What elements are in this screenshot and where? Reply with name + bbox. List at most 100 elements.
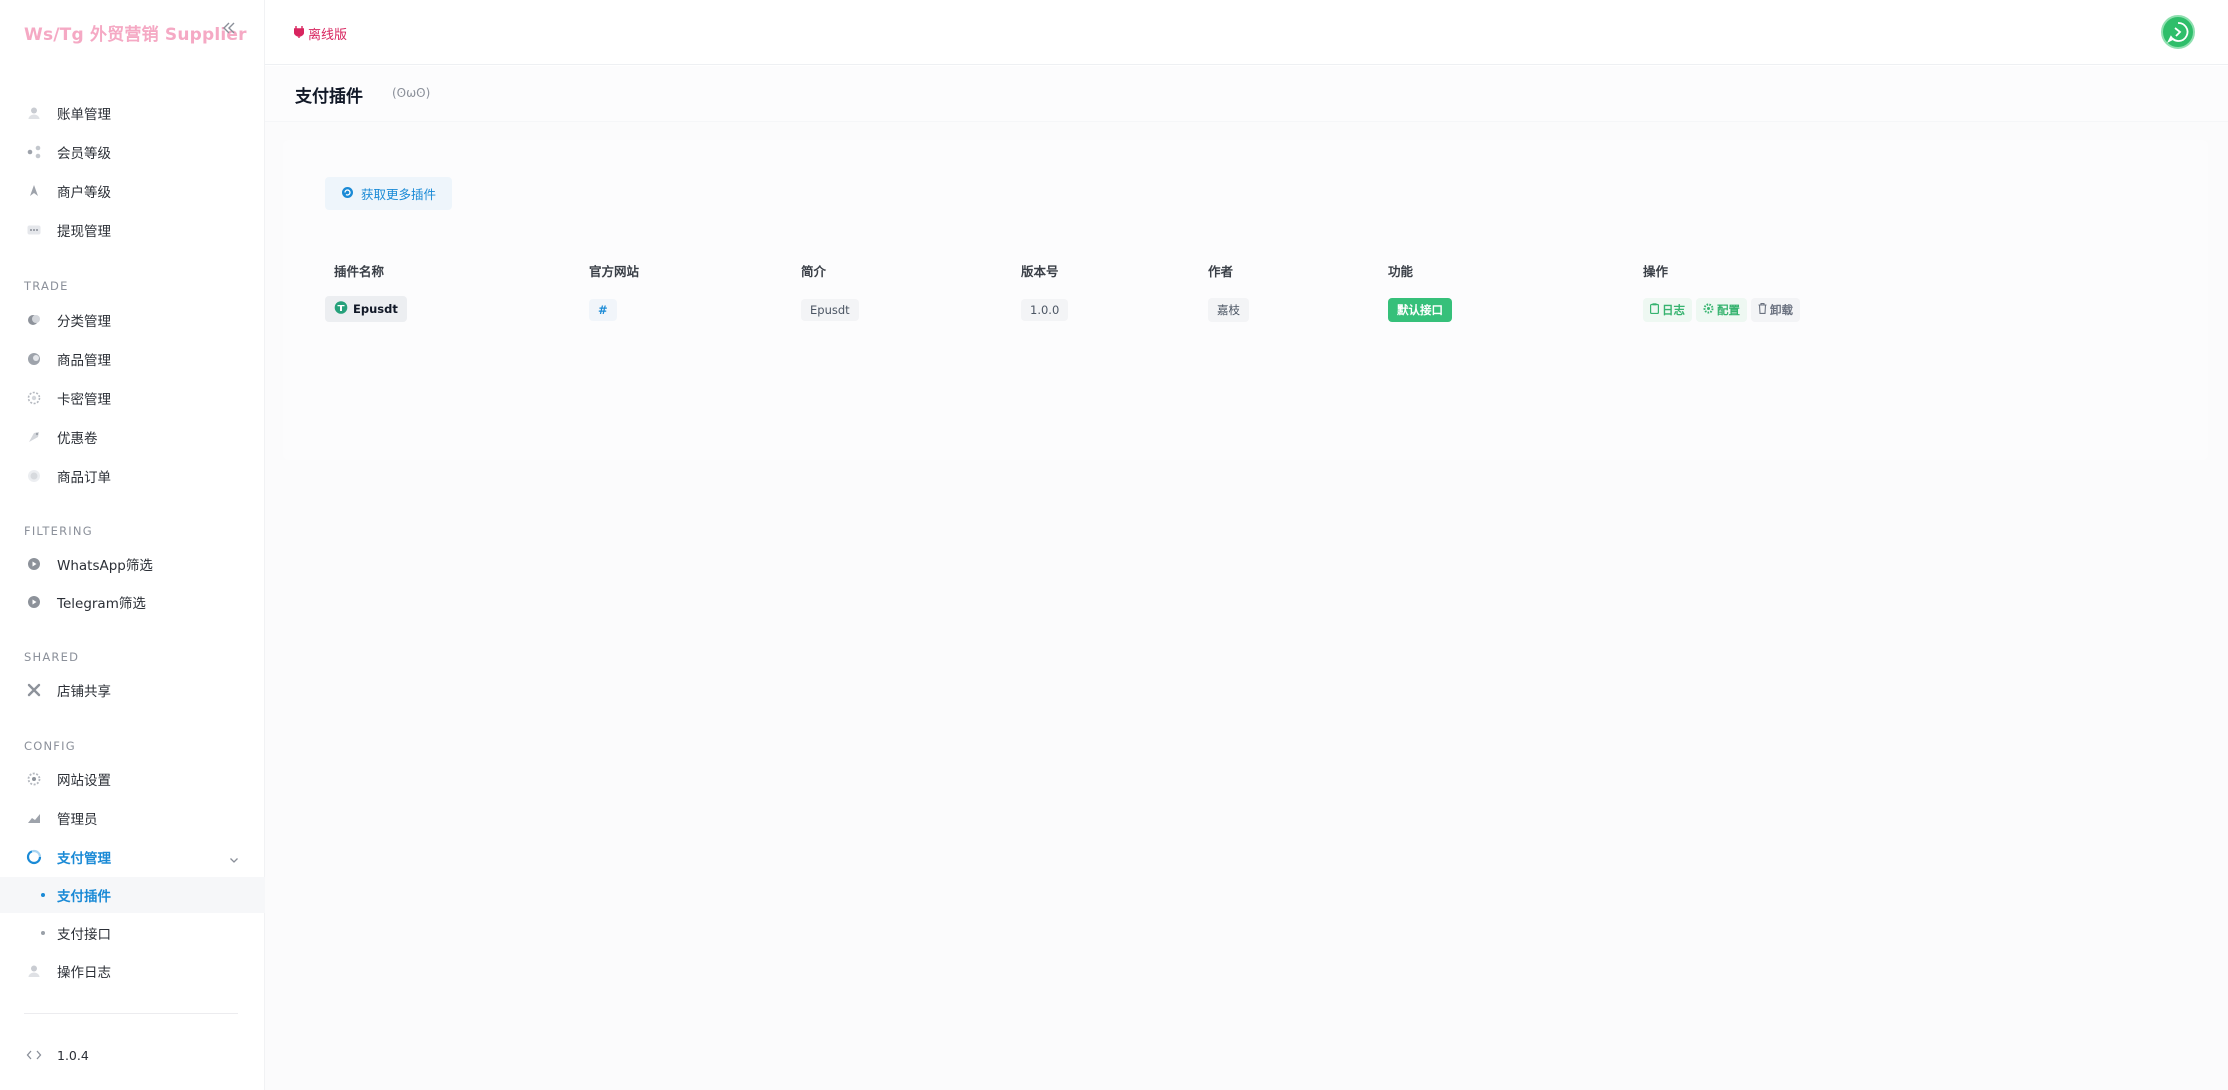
- chevron-down-icon: [228, 851, 240, 863]
- sidebar-item-label: 卡密管理: [57, 392, 111, 408]
- sidebar-item-label: 网站设置: [57, 773, 111, 789]
- page-title: 支付插件: [295, 87, 363, 107]
- log-label: 日志: [1662, 303, 1685, 317]
- intro-cell: Epusdt: [801, 298, 859, 322]
- gear-icon: [1703, 303, 1714, 317]
- version-cell: 1.0.0: [1021, 298, 1069, 322]
- admin-icon: [26, 810, 42, 826]
- category-icon: [26, 312, 42, 328]
- user-icon: [26, 105, 42, 121]
- collapse-sidebar-icon[interactable]: [219, 20, 239, 40]
- section-title-config: CONFIG: [24, 739, 76, 753]
- column-header-version: 版本号: [1021, 264, 1059, 279]
- sidebar-item-site-settings[interactable]: 网站设置: [0, 761, 265, 797]
- column-header-name: 插件名称: [334, 264, 385, 279]
- column-header-website: 官方网站: [589, 264, 640, 279]
- author-cell: 嘉枝: [1208, 298, 1249, 322]
- trash-icon: [1758, 303, 1767, 317]
- rocket-icon: [26, 183, 42, 199]
- sidebar-item-payment-interface[interactable]: 支付接口: [0, 915, 265, 951]
- page-header: 支付插件 (ʘωʘ): [265, 66, 2228, 122]
- sidebar-item-label: 优惠卷: [57, 431, 98, 447]
- code-icon: [26, 1047, 42, 1063]
- sidebar-item-label: 商品订单: [57, 470, 111, 486]
- main-content: [265, 122, 2228, 1090]
- log-icon: [26, 963, 42, 979]
- sidebar-item-label: 分类管理: [57, 314, 111, 330]
- sidebar-item-payment-plugins[interactable]: 支付插件: [0, 877, 265, 913]
- sidebar-item-shop-share[interactable]: 店铺共享: [0, 672, 265, 708]
- order-icon: [26, 468, 42, 484]
- refresh-icon: [341, 186, 354, 202]
- website-link[interactable]: #: [589, 299, 617, 321]
- sidebar-item-whatsapp-filter[interactable]: WhatsApp筛选: [0, 546, 265, 582]
- sidebar-item-label: 支付插件: [57, 889, 111, 905]
- plug-icon: [293, 25, 305, 42]
- sidebar-item-label: 商户等级: [57, 185, 111, 201]
- sidebar-item-label: 账单管理: [57, 107, 111, 123]
- default-interface-badge: 默认接口: [1388, 298, 1452, 322]
- clipboard-icon: [1650, 303, 1660, 317]
- get-more-plugins-button[interactable]: 获取更多插件: [325, 177, 452, 210]
- sidebar-item-label: Telegram筛选: [57, 596, 146, 612]
- sidebar-item-operation-log[interactable]: 操作日志: [0, 953, 265, 989]
- plugin-name: Epusdt: [353, 302, 398, 316]
- sidebar-item-label: WhatsApp筛选: [57, 558, 153, 574]
- sidebar-divider: [24, 1013, 238, 1014]
- sidebar-item-bills[interactable]: 账单管理: [0, 95, 265, 131]
- diamond-icon: [334, 301, 348, 317]
- column-header-actions: 操作: [1643, 264, 1669, 279]
- section-title-trade: TRADE: [24, 279, 69, 293]
- sidebar-item-goods[interactable]: 商品管理: [0, 341, 265, 377]
- log-button[interactable]: 日志: [1643, 298, 1692, 322]
- uninstall-button[interactable]: 卸载: [1751, 298, 1800, 322]
- sidebar-item-label: 管理员: [57, 812, 98, 828]
- sidebar-item-label: 提现管理: [57, 224, 111, 240]
- website-cell: #: [589, 298, 617, 322]
- version-info: 1.0.4: [0, 1037, 265, 1073]
- tools-icon: [26, 682, 42, 698]
- feature-cell: 默认接口: [1388, 298, 1452, 322]
- sidebar-item-label: 商品管理: [57, 353, 111, 369]
- version-label: 1.0.4: [57, 1047, 89, 1063]
- dots-icon: [26, 222, 42, 238]
- config-label: 配置: [1717, 303, 1740, 317]
- user-avatar[interactable]: [2161, 15, 2195, 49]
- section-title-shared: SHARED: [24, 650, 80, 664]
- settings-icon: [26, 771, 42, 787]
- coupon-icon: [26, 429, 42, 445]
- column-header-feature: 功能: [1388, 264, 1414, 279]
- dot-icon: [41, 931, 45, 935]
- plugin-version: 1.0.0: [1021, 299, 1069, 321]
- sidebar-item-merchant-level[interactable]: 商户等级: [0, 173, 265, 209]
- sidebar-item-payment-manage[interactable]: 支付管理: [0, 839, 265, 875]
- page-subtitle: (ʘωʘ): [392, 86, 431, 100]
- offline-label: 离线版: [308, 28, 348, 43]
- sidebar-item-label: 店铺共享: [57, 684, 111, 700]
- column-header-intro: 简介: [801, 264, 827, 279]
- brand-logo-text: Ws/Tg 外贸营销 Supplier: [24, 25, 247, 45]
- dot-icon: [41, 893, 45, 897]
- play-icon: [26, 556, 42, 572]
- sidebar: Ws/Tg 外贸营销 Supplier 账单管理 会员等级 商户等级 提现管理 …: [0, 0, 265, 1090]
- sidebar-item-category[interactable]: 分类管理: [0, 302, 265, 338]
- sidebar-item-coupon[interactable]: 优惠卷: [0, 419, 265, 455]
- sidebar-item-member-level[interactable]: 会员等级: [0, 134, 265, 170]
- uninstall-label: 卸载: [1770, 303, 1793, 317]
- top-bar: 离线版: [265, 0, 2228, 65]
- sidebar-item-label: 会员等级: [57, 146, 111, 162]
- sidebar-item-label: 支付管理: [57, 851, 111, 867]
- sidebar-item-cardkey[interactable]: 卡密管理: [0, 380, 265, 416]
- sidebar-item-orders[interactable]: 商品订单: [0, 458, 265, 494]
- section-title-filtering: FILTERING: [24, 524, 93, 538]
- offline-badge: 离线版: [293, 24, 348, 43]
- sidebar-item-withdraw[interactable]: 提现管理: [0, 212, 265, 248]
- plugin-author: 嘉枝: [1208, 298, 1249, 322]
- play-icon: [26, 594, 42, 610]
- get-more-plugins-label: 获取更多插件: [361, 187, 437, 202]
- sidebar-item-telegram-filter[interactable]: Telegram筛选: [0, 584, 265, 620]
- sidebar-item-admin[interactable]: 管理员: [0, 800, 265, 836]
- goods-icon: [26, 351, 42, 367]
- config-button[interactable]: 配置: [1696, 298, 1747, 322]
- gear-icon: [26, 390, 42, 406]
